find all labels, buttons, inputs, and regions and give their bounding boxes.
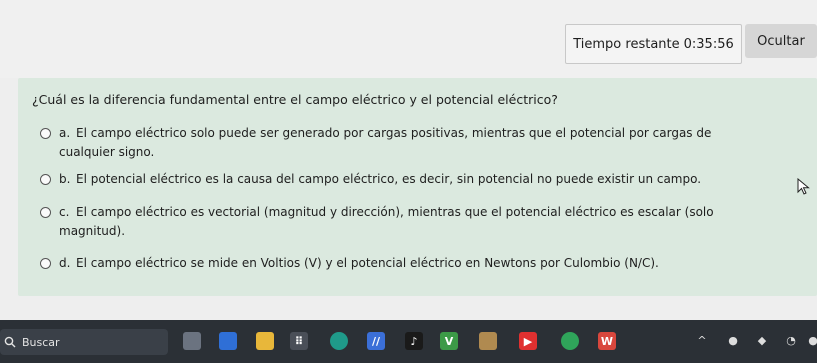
timer-value: 0:35:56 <box>683 36 734 52</box>
chrome-icon[interactable] <box>561 332 579 350</box>
tray-icon-3[interactable]: ◔ <box>784 333 798 347</box>
option-b-letter: b. <box>59 172 71 186</box>
option-a-text: El campo eléctrico solo puede ser genera… <box>76 126 712 140</box>
radio-option-a[interactable] <box>40 128 51 139</box>
option-c-letter: c. <box>59 205 70 219</box>
radio-option-d[interactable] <box>40 258 51 269</box>
mouse-cursor-icon <box>797 178 810 195</box>
tray-icon-1[interactable]: ● <box>726 333 740 347</box>
store-icon[interactable]: ⠿ <box>290 332 308 350</box>
edge-icon[interactable] <box>330 332 348 350</box>
app-icon-2[interactable] <box>219 332 237 350</box>
chevron-up-icon[interactable]: ^ <box>695 333 709 347</box>
question-card: ¿Cuál es la diferencia fundamental entre… <box>18 78 817 296</box>
timer-label: Tiempo restante <box>573 36 680 52</box>
quiz-header: Tiempo restante 0:35:56 Ocultar <box>0 0 817 78</box>
tiktok-icon[interactable]: ♪ <box>405 332 423 350</box>
option-b[interactable]: b. El potencial eléctrico es la causa de… <box>40 170 780 190</box>
question-text: ¿Cuál es la diferencia fundamental entre… <box>32 92 558 107</box>
option-a-text-cont: cualquier signo. <box>59 145 155 159</box>
option-c-text-cont: magnitud). <box>59 224 126 238</box>
tray-icon-4[interactable]: ● <box>806 333 817 347</box>
option-b-text: El potencial eléctrico es la causa del c… <box>76 172 702 186</box>
folder-icon[interactable] <box>256 332 274 350</box>
option-d-text: El campo eléctrico se mide en Voltios (V… <box>76 256 659 270</box>
word-icon[interactable]: W <box>598 332 616 350</box>
timer-box: Tiempo restante 0:35:56 <box>565 24 742 64</box>
option-d[interactable]: d. El campo eléctrico se mide en Voltios… <box>40 254 780 274</box>
radio-option-c[interactable] <box>40 207 51 218</box>
option-c-text: El campo eléctrico es vectorial (magnitu… <box>76 205 714 219</box>
option-c[interactable]: c. El campo eléctrico es vectorial (magn… <box>40 203 780 243</box>
tray-icon-2[interactable]: ◆ <box>755 333 769 347</box>
app-icon-8[interactable]: V <box>440 332 458 350</box>
taskbar-search[interactable]: Buscar <box>0 329 168 355</box>
app-icon-9[interactable] <box>479 332 497 350</box>
app-icon-1[interactable] <box>183 332 201 350</box>
radio-option-b[interactable] <box>40 174 51 185</box>
search-label: Buscar <box>22 335 60 349</box>
hide-timer-button[interactable]: Ocultar <box>745 24 817 58</box>
option-a[interactable]: a. El campo eléctrico solo puede ser gen… <box>40 124 780 164</box>
youtube-icon[interactable]: ▶ <box>519 332 537 350</box>
app-icon-6[interactable]: // <box>367 332 385 350</box>
option-a-letter: a. <box>59 126 71 140</box>
option-d-letter: d. <box>59 256 71 270</box>
taskbar: Buscar ⠿ // ♪ V ▶ W ^ ● ◆ ◔ ● <box>0 320 817 363</box>
search-icon <box>4 336 16 348</box>
